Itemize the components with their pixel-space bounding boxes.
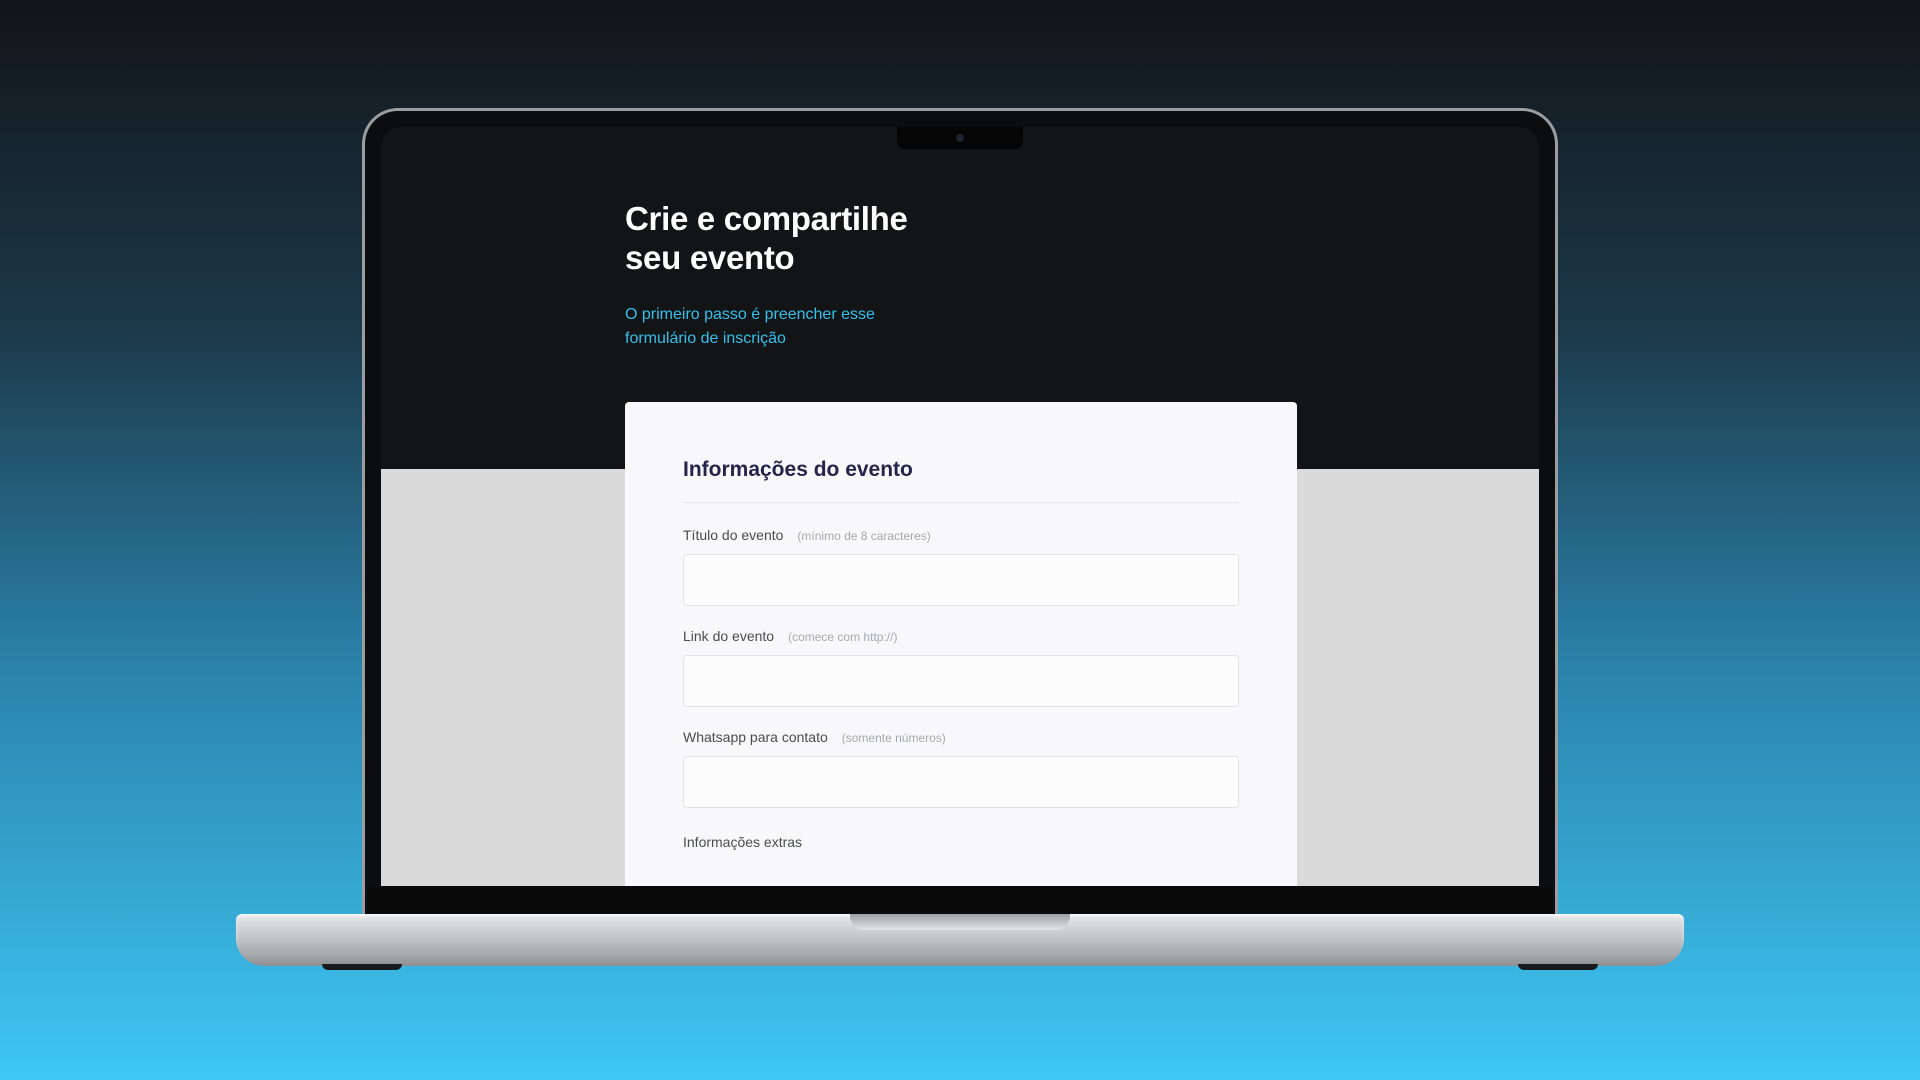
laptop-foot-right [1518,964,1598,970]
camera-notch [897,127,1023,149]
laptop-lid: Crie e compartilhe seu evento O primeiro… [362,108,1558,918]
event-title-hint: (mínimo de 8 caracteres) [797,529,931,543]
screen: Crie e compartilhe seu evento O primeiro… [381,127,1539,886]
event-title-label: Título do evento [683,527,784,543]
page-title-line-2: seu evento [625,239,795,276]
event-link-label: Link do evento [683,628,775,644]
page-subtitle: O primeiro passo é preencher esse formul… [625,306,875,347]
laptop-base-groove [850,914,1070,930]
field-label-row: Link do evento (comece com http://) [683,628,1239,644]
event-link-hint: (comece com http://) [788,630,898,644]
extras-label: Informações extras [683,834,803,850]
field-event-link: Link do evento (comece com http://) [683,628,1239,707]
event-title-input[interactable] [683,554,1239,606]
field-label-row: Título do evento (mínimo de 8 caracteres… [683,527,1239,543]
whatsapp-hint: (somente números) [841,731,946,745]
whatsapp-label: Whatsapp para contato [683,729,828,745]
page-title-line-1: Crie e compartilhe [625,200,908,237]
laptop-foot-left [322,964,402,970]
whatsapp-input[interactable] [683,756,1239,808]
page-title: Crie e compartilhe seu evento [625,199,1045,277]
field-whatsapp: Whatsapp para contato (somente números) [683,729,1239,808]
event-form-card: Informações do evento Título do evento (… [625,402,1297,886]
camera-icon [956,134,964,142]
form-section-title: Informações do evento [683,458,1239,503]
hero-section: Crie e compartilhe seu evento O primeiro… [625,199,1045,351]
laptop-base [236,914,1684,966]
laptop-bezel: Crie e compartilhe seu evento O primeiro… [381,127,1539,886]
field-event-title: Título do evento (mínimo de 8 caracteres… [683,527,1239,606]
field-extras: Informações extras [683,834,1239,852]
field-label-row: Whatsapp para contato (somente números) [683,729,1239,745]
event-link-input[interactable] [683,655,1239,707]
